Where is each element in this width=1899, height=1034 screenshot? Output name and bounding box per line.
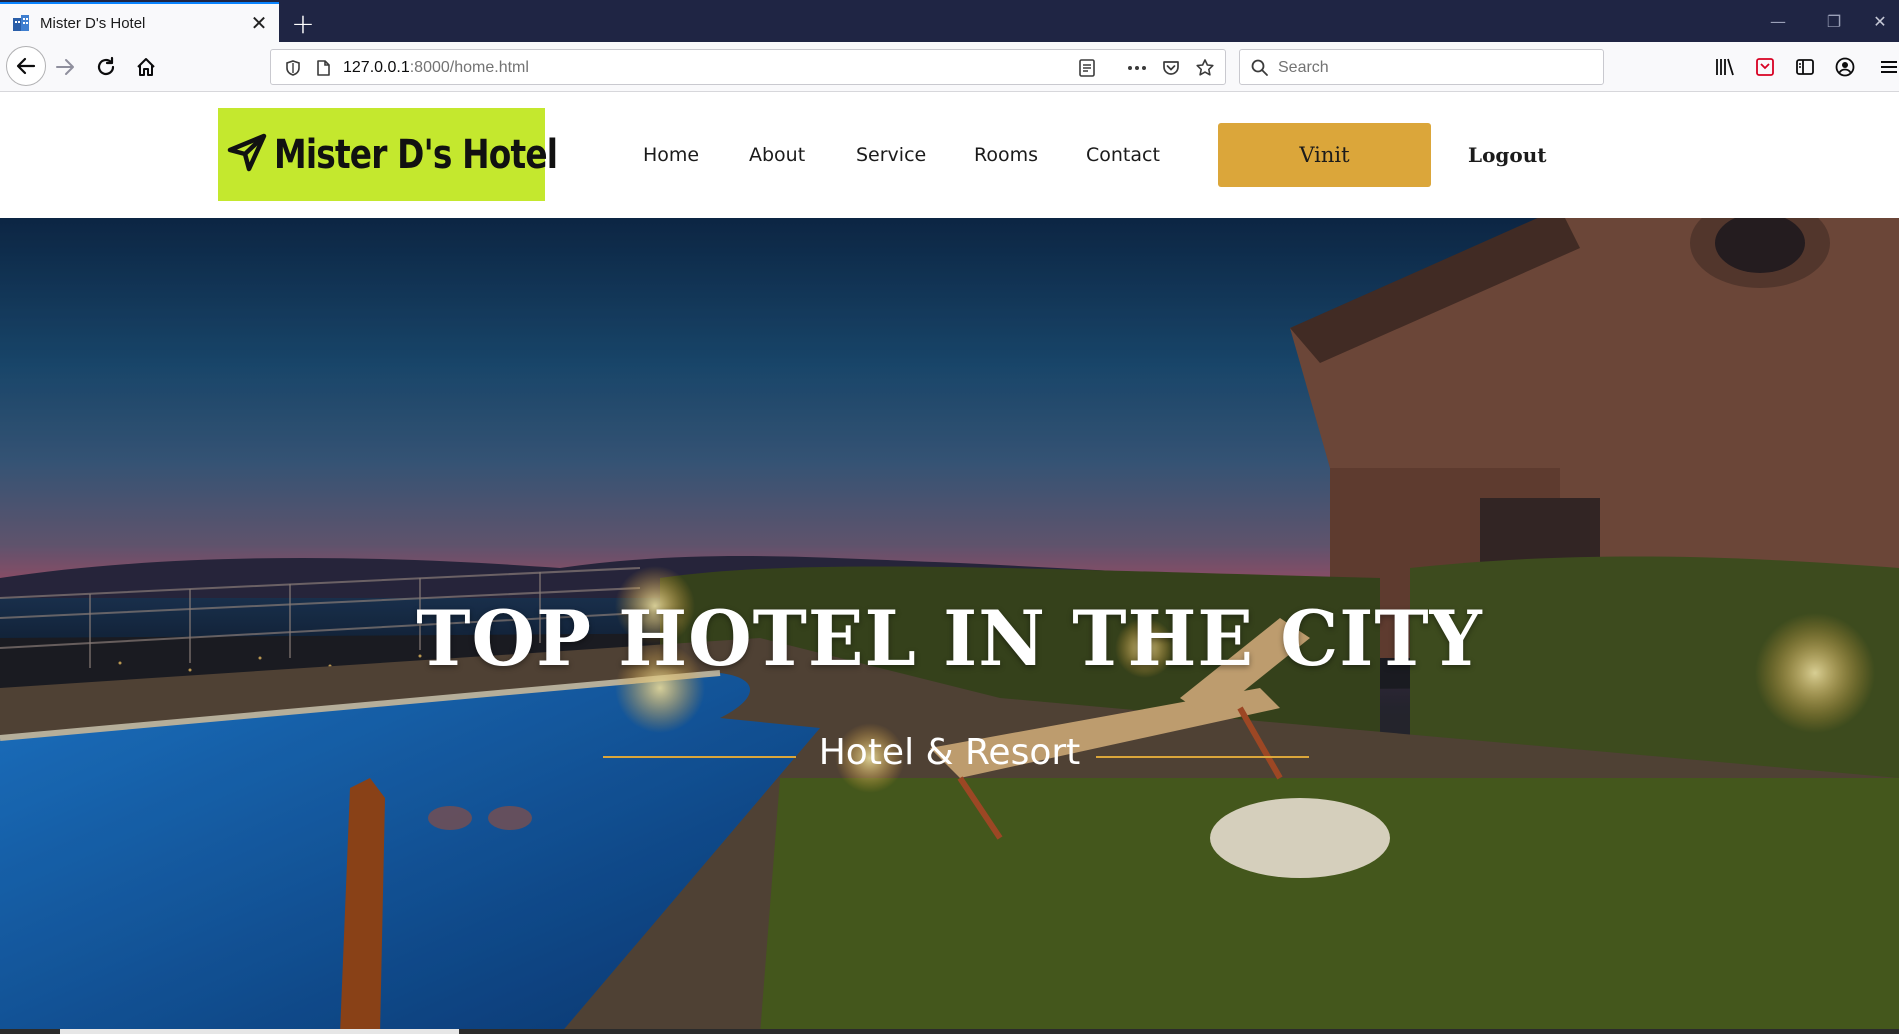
- new-tab-plus-icon[interactable]: +: [286, 6, 320, 40]
- nav-link-contact[interactable]: Contact: [1086, 144, 1160, 166]
- slider-progress-fill: [60, 1029, 459, 1034]
- url-host: 127.0.0.1: [343, 59, 410, 76]
- search-bar[interactable]: Search: [1239, 49, 1604, 85]
- shield-icon[interactable]: [281, 56, 305, 80]
- paper-plane-arrow-icon: [224, 131, 268, 179]
- browser-navigation-bar: 127.0.0.1:8000/home.html Search: [0, 42, 1899, 92]
- sidebar-toggle-icon[interactable]: [1788, 50, 1822, 84]
- search-placeholder: Search: [1278, 59, 1329, 76]
- close-window-icon[interactable]: ✕: [1852, 0, 1899, 42]
- browser-tab-active[interactable]: Mister D's Hotel ✕: [0, 2, 279, 42]
- hero-banner: TOP HOTEL IN THE CITY Hotel & Resort: [0, 218, 1899, 1034]
- site-header: Mister D's Hotel Home About Service Room…: [0, 92, 1899, 218]
- library-icon[interactable]: [1708, 50, 1742, 84]
- search-icon: [1248, 56, 1272, 80]
- hotel-favicon-icon: [12, 14, 30, 32]
- pocket-icon[interactable]: [1159, 56, 1183, 80]
- account-icon[interactable]: [1828, 50, 1862, 84]
- user-name-button[interactable]: Vinit: [1218, 123, 1431, 187]
- back-arrow-icon[interactable]: [6, 46, 46, 86]
- hero-subtitle-right-rule: [1096, 756, 1309, 758]
- nav-link-about[interactable]: About: [749, 144, 805, 166]
- logout-link[interactable]: Logout: [1468, 143, 1547, 167]
- url-bar[interactable]: 127.0.0.1:8000/home.html: [270, 49, 1226, 85]
- close-tab-icon[interactable]: ✕: [245, 9, 273, 37]
- home-icon[interactable]: [129, 50, 163, 84]
- reader-view-icon[interactable]: [1075, 56, 1099, 80]
- nav-link-home[interactable]: Home: [643, 144, 699, 166]
- logo-text: Mister D's Hotel: [274, 131, 558, 178]
- slider-progress-track: [0, 1029, 1899, 1034]
- nav-link-service[interactable]: Service: [856, 144, 926, 166]
- url-path: :8000/home.html: [409, 59, 529, 76]
- hero-subtitle: Hotel & Resort: [818, 732, 1081, 773]
- page-info-icon[interactable]: [311, 56, 335, 80]
- pocket-toolbar-icon[interactable]: [1748, 50, 1782, 84]
- hero-subtitle-row: Hotel & Resort: [0, 732, 1899, 782]
- tab-title: Mister D's Hotel: [40, 14, 146, 32]
- url-text[interactable]: 127.0.0.1:8000/home.html: [343, 59, 529, 77]
- reload-icon[interactable]: [89, 50, 123, 84]
- page-actions-ellipsis-icon[interactable]: [1125, 56, 1149, 80]
- minimize-window-icon[interactable]: —: [1750, 0, 1806, 42]
- browser-tab-bar: Mister D's Hotel ✕ + — ❐ ✕: [0, 0, 1899, 42]
- hamburger-menu-icon[interactable]: [1872, 50, 1899, 84]
- bookmark-star-icon[interactable]: [1193, 56, 1217, 80]
- hero-title: TOP HOTEL IN THE CITY: [416, 594, 1483, 683]
- site-logo[interactable]: Mister D's Hotel: [218, 108, 558, 201]
- forward-arrow-icon[interactable]: [48, 50, 82, 84]
- nav-link-rooms[interactable]: Rooms: [974, 144, 1038, 166]
